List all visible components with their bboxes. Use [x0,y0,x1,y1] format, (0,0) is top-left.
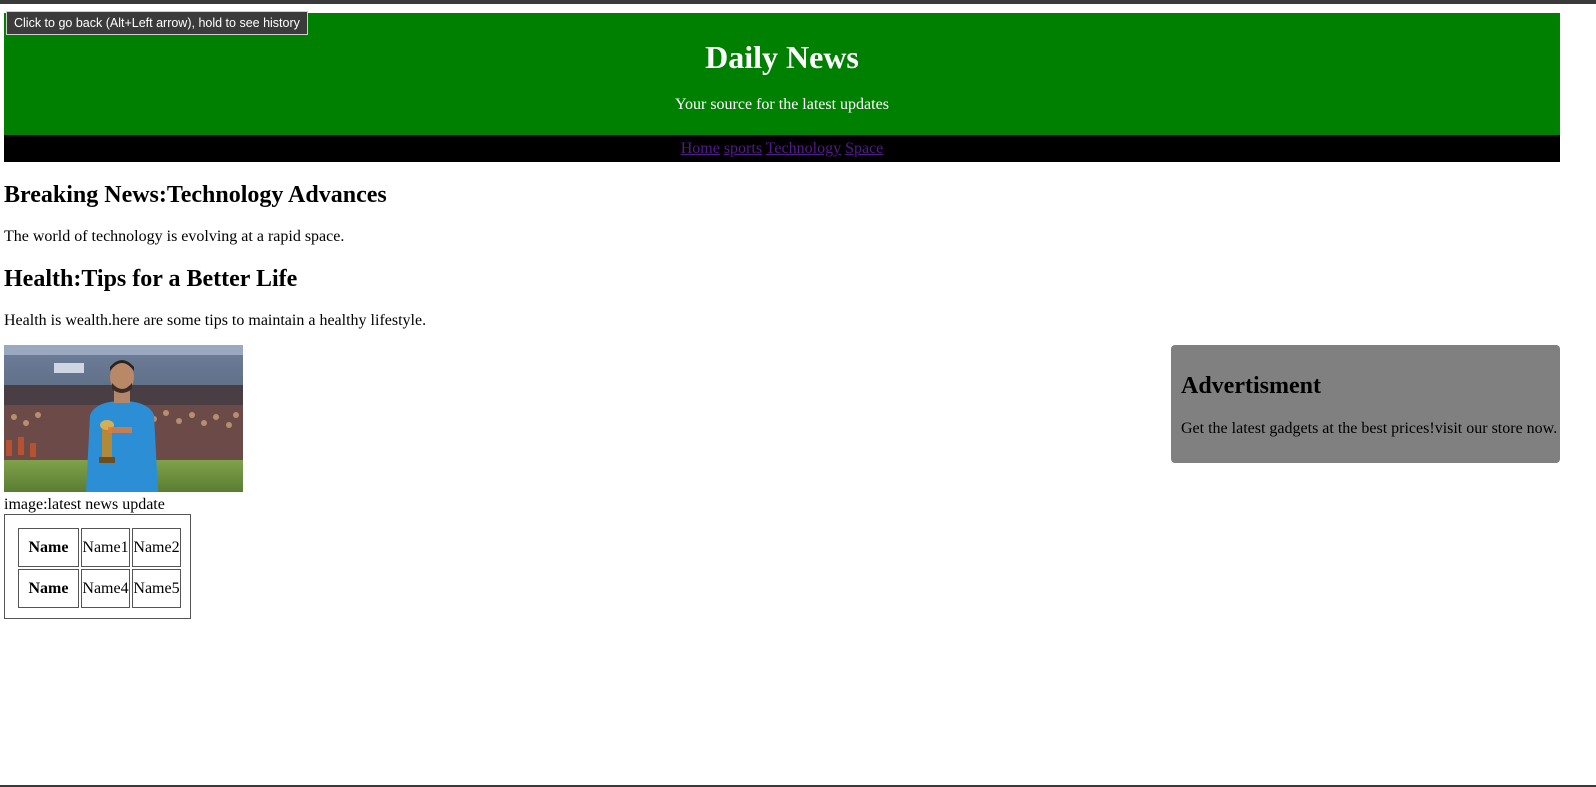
browser-top-edge [0,0,1596,4]
site-tagline: Your source for the latest updates [675,96,889,113]
advertisement-heading: Advertisment [1181,373,1321,399]
nav-link-home[interactable]: Home [681,140,720,157]
photo-caption: image:latest news update [4,496,165,513]
article-body: The world of technology is evolving at a… [4,228,345,245]
back-button-tooltip: Click to go back (Alt+Left arrow), hold … [6,11,308,35]
article-heading: Health:Tips for a Better Life [4,266,298,292]
article-health: Health:Tips for a Better Life Health is … [4,254,1164,338]
nav-link-sports[interactable]: sports [724,140,762,157]
table-cell: Name2 [132,528,181,567]
main-nav: Home sports Technology Space [4,135,1560,162]
site-title: Daily News [705,39,859,75]
news-photo [4,345,243,492]
article-technology: Breaking News:Technology Advances The wo… [4,170,1164,254]
table-row: Name Name1 Name2 [18,528,181,567]
nav-link-technology[interactable]: Technology [766,140,841,157]
article-body: Health is wealth.here are some tips to m… [4,312,427,329]
row-header: Name [18,528,79,567]
article-heading: Breaking News:Technology Advances [4,182,387,208]
table-row: Name Name4 Name5 [18,569,181,608]
table-cell: Name5 [132,569,181,608]
main-content: Breaking News:Technology Advances The wo… [4,170,1164,338]
table-cell: Name1 [81,528,130,567]
row-header: Name [18,569,79,608]
names-table-wrapper: Name Name1 Name2 Name Name4 Name5 [4,514,191,619]
advertisement-box: Advertisment Get the latest gadgets at t… [1171,345,1560,463]
names-table: Name Name1 Name2 Name Name4 Name5 [16,526,183,610]
nav-link-space[interactable]: Space [845,140,883,157]
advertisement-text: Get the latest gadgets at the best price… [1181,420,1558,437]
table-cell: Name4 [81,569,130,608]
